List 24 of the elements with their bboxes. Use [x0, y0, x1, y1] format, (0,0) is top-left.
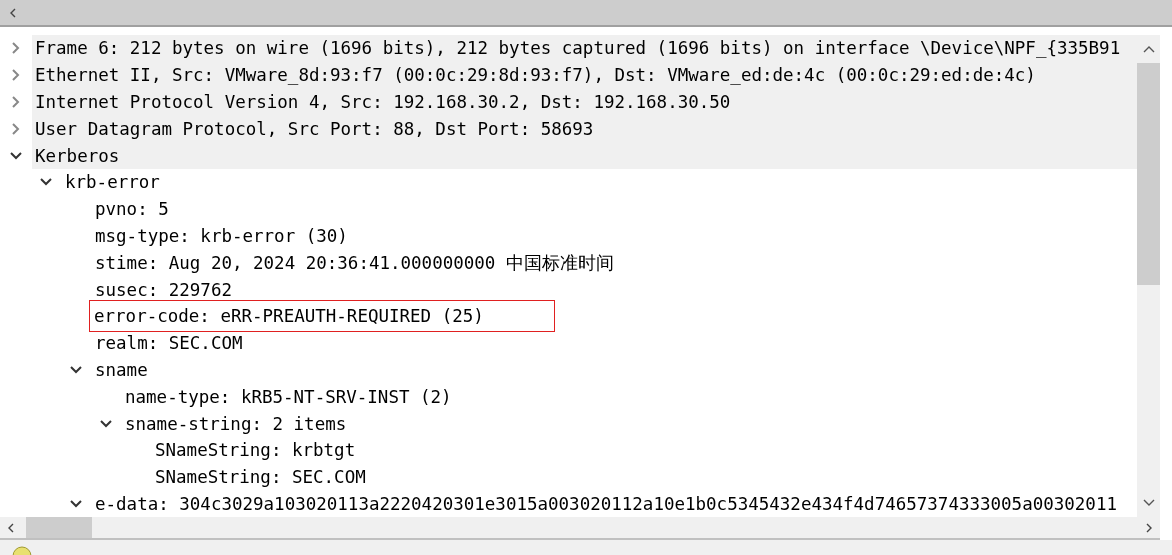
horizontal-scrollbar[interactable] — [0, 517, 1160, 540]
tree-item[interactable]: pvno: 5 — [95, 198, 169, 221]
tree-item[interactable]: SNameString: krbtgt — [155, 439, 356, 462]
tree-item[interactable]: e-data: 304c3029a103020113a2220420301e3015a003020112a10e1b0c5345432e434f4d74657374333005a00302011 — [95, 492, 1117, 515]
tree-item[interactable]: realm: SEC.COM — [95, 332, 243, 355]
vertical-scrollbar[interactable] — [1137, 35, 1160, 517]
tree-item[interactable]: susec: 229762 — [95, 278, 232, 301]
scroll-up-icon[interactable] — [1142, 45, 1155, 53]
tree-item[interactable]: error-code: eRR-PREAUTH-REQUIRED (25) — [89, 300, 555, 333]
scroll-left-icon[interactable] — [8, 7, 18, 18]
horizontal-scrollbar[interactable] — [0, 0, 1172, 27]
tree-item[interactable]: krb-error — [65, 171, 160, 194]
scroll-left-icon[interactable] — [6, 522, 16, 533]
scroll-down-icon[interactable] — [1142, 499, 1155, 507]
tree-item[interactable]: Kerberos — [35, 144, 120, 167]
tree-item[interactable]: sname — [95, 358, 148, 381]
tree-item[interactable]: SNameString: SEC.COM — [155, 466, 366, 489]
scrollbar-thumb[interactable] — [26, 517, 92, 538]
tree-item[interactable]: msg-type: krb-error (30) — [95, 224, 348, 247]
tree-item[interactable]: name-type: kRB5-NT-SRV-INST (2) — [125, 385, 452, 408]
scrollbar-thumb[interactable] — [1137, 63, 1160, 285]
tree-item[interactable]: sname-string: 2 items — [125, 412, 347, 435]
tree-item[interactable]: stime: Aug 20, 2024 20:36:41.000000000 中国标准时间 — [95, 251, 614, 274]
scroll-right-icon[interactable] — [1144, 522, 1154, 533]
